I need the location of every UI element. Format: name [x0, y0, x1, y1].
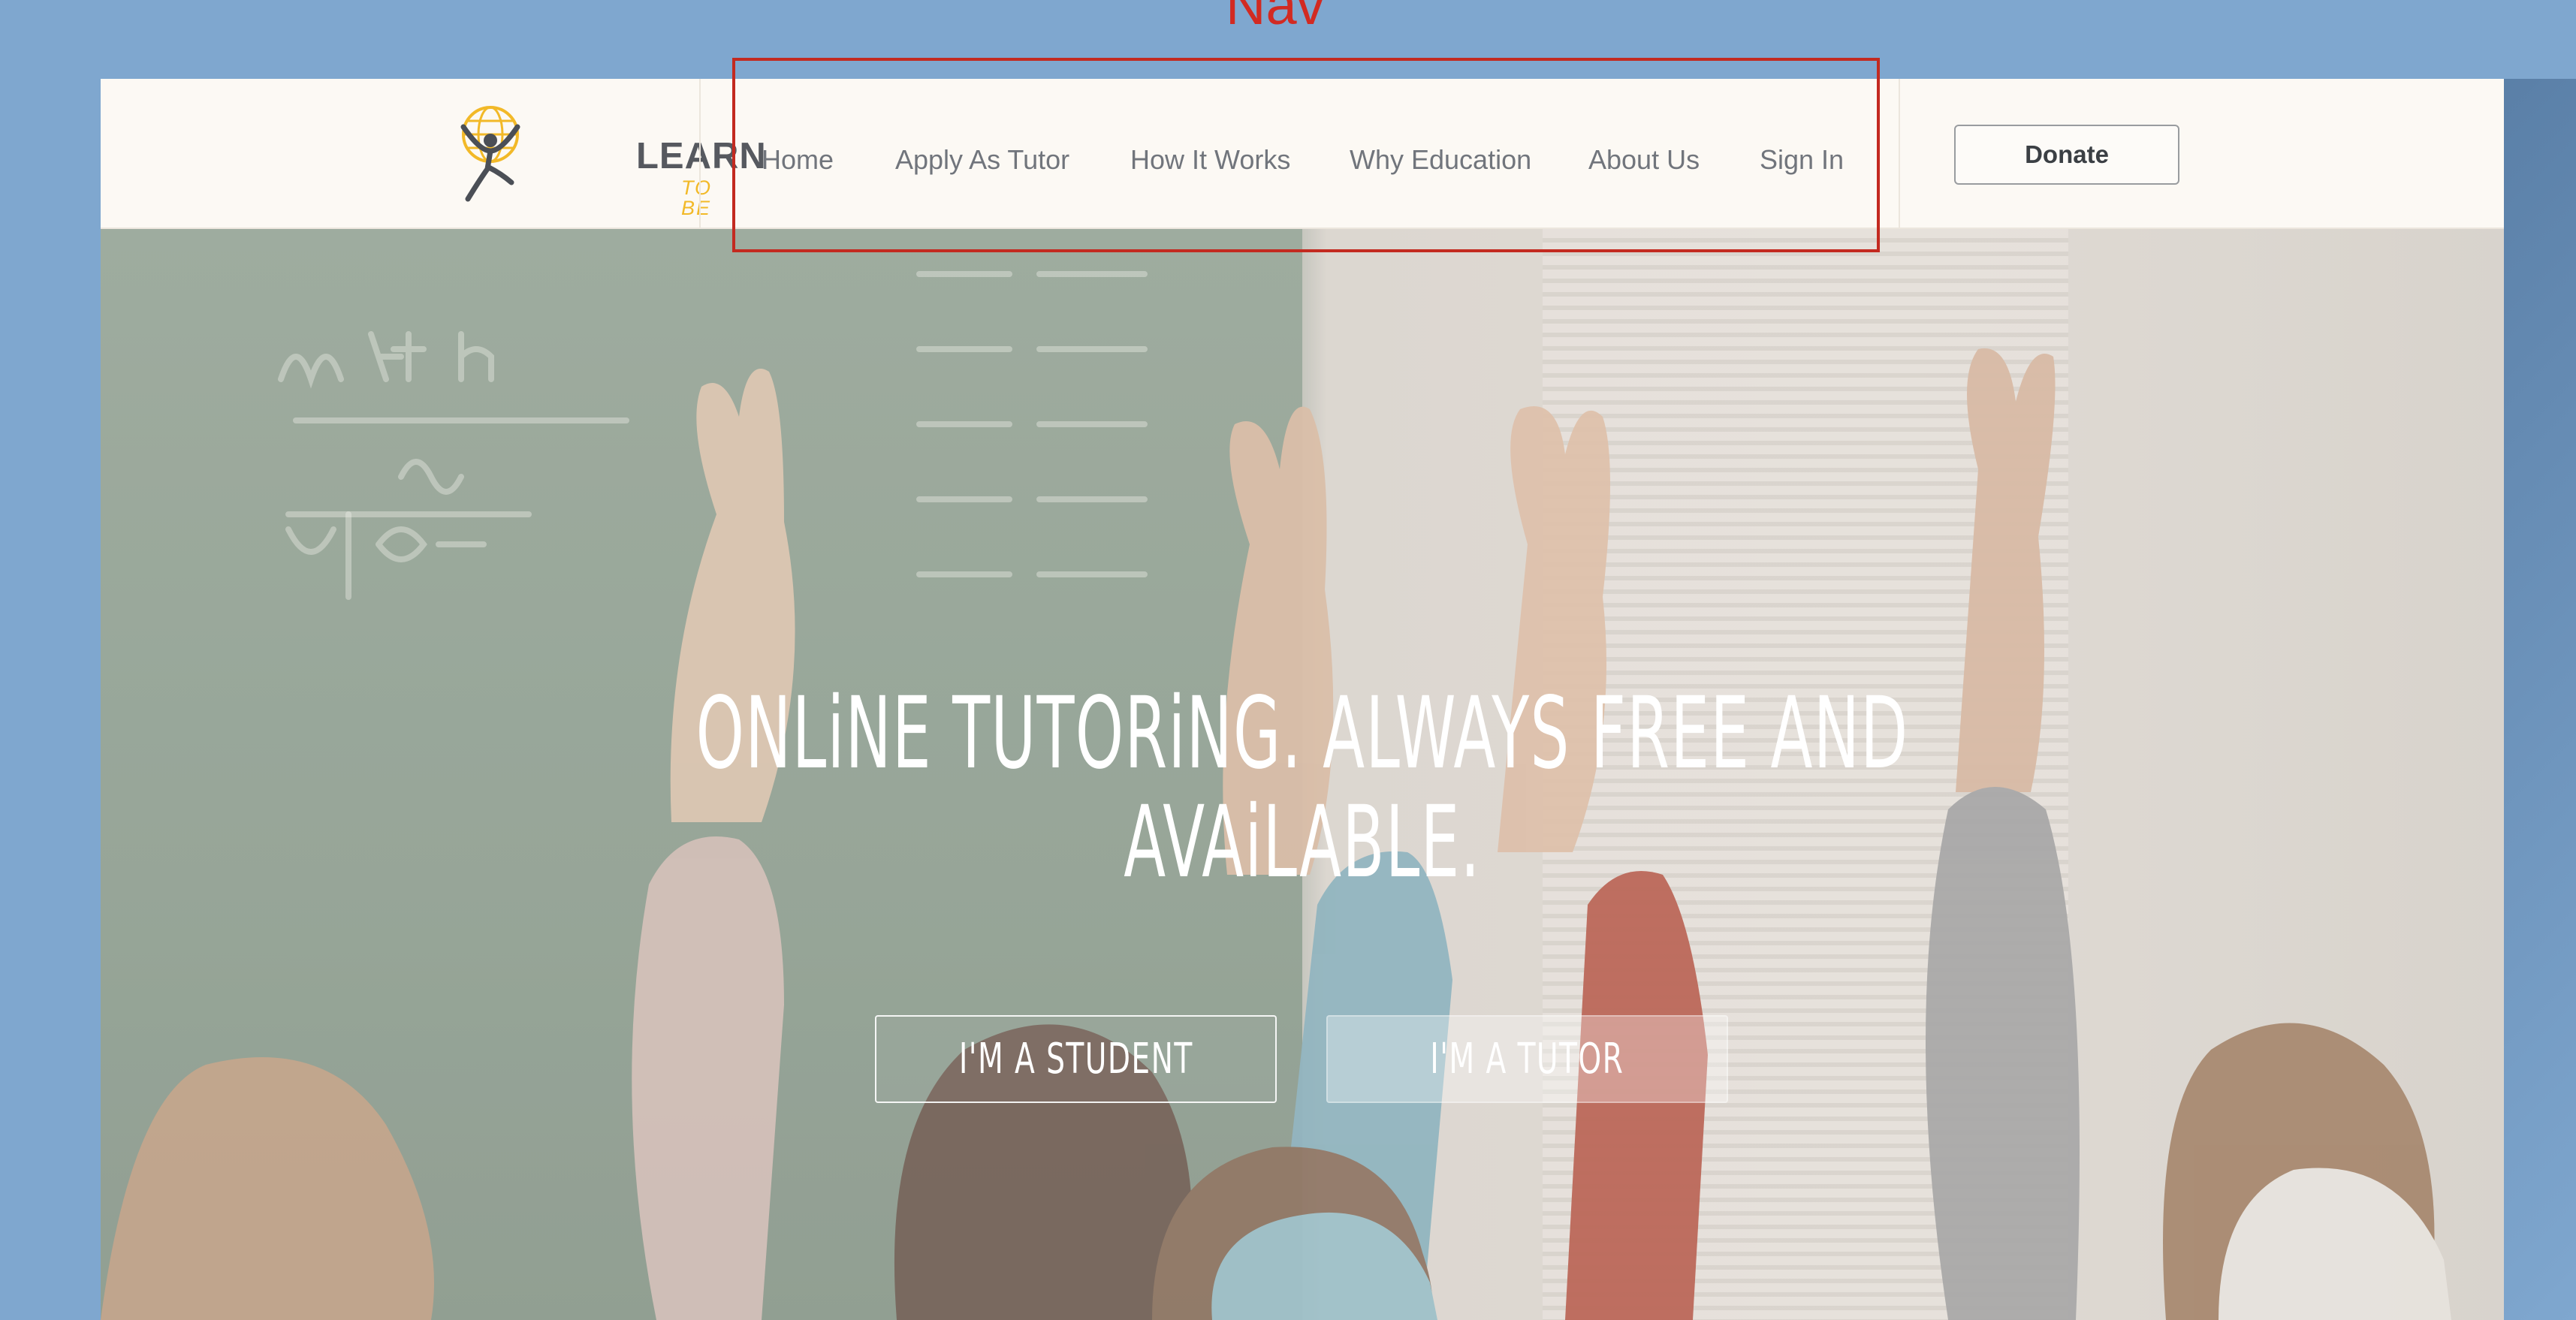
logo-tagline: TO BE: [681, 176, 713, 219]
header-divider-left: [699, 79, 701, 229]
annotation-label: Nav: [1226, 0, 1325, 36]
tutor-button-label: I'M A TUTOR: [1430, 1035, 1624, 1083]
website-frame: LEARN TO BE Home Apply As Tutor How It W…: [101, 79, 2504, 1320]
hero-section: ONLiNE TUTORiNG. ALWAYS FREE AND AVAiLAB…: [101, 229, 2504, 1320]
nav-item-apply-as-tutor[interactable]: Apply As Tutor: [895, 143, 1069, 176]
donate-button[interactable]: Donate: [1954, 125, 2179, 185]
logo-icon: [460, 106, 520, 202]
tutor-button[interactable]: I'M A TUTOR: [1326, 1015, 1728, 1103]
nav-item-how-it-works[interactable]: How It Works: [1130, 143, 1290, 176]
logo-text: LEARN: [636, 136, 767, 176]
background-shadow: [2504, 79, 2576, 1320]
header-divider-right: [1899, 79, 1900, 229]
student-button-label: I'M A STUDENT: [958, 1035, 1193, 1083]
student-button[interactable]: I'M A STUDENT: [875, 1015, 1277, 1103]
logo[interactable]: LEARN TO BE: [457, 104, 766, 218]
hero-headline: ONLiNE TUTORiNG. ALWAYS FREE AND AVAiLAB…: [695, 676, 1909, 901]
nav-item-home[interactable]: Home: [762, 143, 834, 176]
nav-item-sign-in[interactable]: Sign In: [1760, 143, 1844, 176]
nav-item-why-education[interactable]: Why Education: [1350, 143, 1531, 176]
nav-item-about-us[interactable]: About Us: [1588, 143, 1700, 176]
